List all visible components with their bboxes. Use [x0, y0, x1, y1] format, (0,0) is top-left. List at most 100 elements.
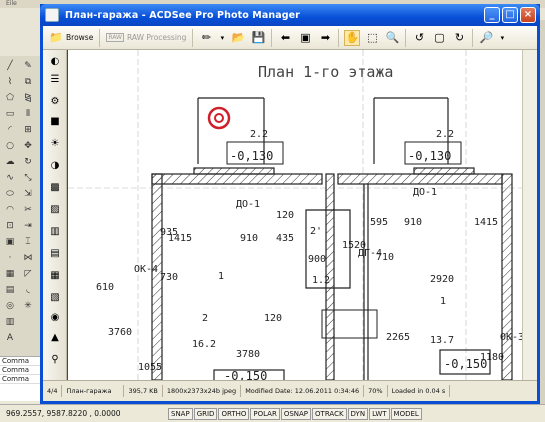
- open-folder-icon[interactable]: 📂: [230, 30, 246, 46]
- line-tool-icon[interactable]: ╱: [4, 60, 16, 72]
- grayscale-icon[interactable]: ▩: [48, 180, 62, 194]
- dyn-toggle[interactable]: DYN: [347, 407, 369, 420]
- offset-tool-icon[interactable]: ⫴: [22, 108, 34, 120]
- maximize-button[interactable]: □: [502, 7, 518, 23]
- ortho-toggle[interactable]: ORTHO: [218, 407, 250, 420]
- make-block-tool-icon[interactable]: ▣: [4, 236, 16, 248]
- close-button[interactable]: ×: [520, 7, 536, 23]
- zoom-menu-icon[interactable]: 🔎: [478, 30, 494, 46]
- actual-size-icon[interactable]: ▢: [431, 30, 447, 46]
- red-eye-icon[interactable]: ◉: [48, 310, 62, 324]
- auto-adjust-icon[interactable]: ⚙: [48, 94, 62, 108]
- ellipse-tool-icon[interactable]: ⬭: [4, 188, 16, 200]
- zoom-level: 70%: [364, 385, 388, 397]
- toolbar-separator: [405, 28, 407, 47]
- plan-label: 3780: [236, 349, 260, 360]
- osnap-toggle[interactable]: OSNAP: [280, 407, 312, 420]
- brightness-icon[interactable]: ☀: [48, 136, 62, 150]
- plan-label: 2: [202, 313, 208, 324]
- main-toolbar: 📁 Browse RAW RAW Processing ✏ ▾ 📂 💾 ⬅ ▣ …: [43, 26, 537, 50]
- select-tool-icon[interactable]: ⬚: [364, 30, 380, 46]
- previous-image-icon[interactable]: ⬅: [277, 30, 293, 46]
- break-tool-icon[interactable]: ⌶: [22, 236, 34, 248]
- exposure-icon[interactable]: ◐: [48, 54, 62, 68]
- hand-tool-icon[interactable]: ✋: [344, 29, 361, 46]
- triangle-icon[interactable]: ▲: [48, 330, 62, 344]
- scale-tool-icon[interactable]: ⤡: [22, 172, 34, 184]
- rectangle-tool-icon[interactable]: ▭: [4, 108, 16, 120]
- zoom-tool-icon[interactable]: 🔍: [384, 30, 400, 46]
- grid-toggle[interactable]: GRID: [193, 407, 218, 420]
- mirror-tool-icon[interactable]: ⧎: [22, 92, 34, 104]
- photo-icon[interactable]: ▨: [48, 202, 62, 216]
- color-icon[interactable]: ■: [48, 114, 62, 128]
- trim-tool-icon[interactable]: ✂: [22, 204, 34, 216]
- plan-title: План 1-го этажа: [258, 63, 393, 81]
- array-tool-icon[interactable]: ⊞: [22, 124, 34, 136]
- image-position: 4/4: [43, 385, 63, 397]
- model-toggle[interactable]: MODEL: [390, 407, 422, 420]
- browse-button[interactable]: 📁 Browse: [43, 28, 96, 48]
- pin-icon[interactable]: ⚲: [48, 352, 62, 366]
- save-icon[interactable]: 💾: [250, 30, 266, 46]
- revcloud-tool-icon[interactable]: ☁: [4, 156, 16, 168]
- extend-tool-icon[interactable]: ⇥: [22, 220, 34, 232]
- rotate-left-icon[interactable]: ↺: [411, 30, 427, 46]
- app-icon: [45, 8, 59, 22]
- explode-tool-icon[interactable]: ✳: [22, 300, 34, 312]
- polyline-tool-icon[interactable]: ⌇: [4, 76, 16, 88]
- polygon-tool-icon[interactable]: ⬠: [4, 92, 16, 104]
- lwt-toggle[interactable]: LWT: [369, 407, 390, 420]
- snap-toggle[interactable]: SNAP: [168, 407, 193, 420]
- rotate-right-icon[interactable]: ↻: [451, 30, 467, 46]
- gradient-tool-icon[interactable]: ▤: [4, 284, 16, 296]
- histogram-icon[interactable]: ▥: [48, 224, 62, 238]
- copy-tool-icon[interactable]: ⧉: [22, 76, 34, 88]
- zoom-dropdown-icon[interactable]: ▾: [498, 30, 506, 46]
- table-tool-icon[interactable]: ▥: [4, 316, 16, 328]
- join-tool-icon[interactable]: ⋈: [22, 252, 34, 264]
- slideshow-icon[interactable]: ▣: [297, 30, 313, 46]
- plan-label: 910: [240, 233, 258, 244]
- levels-icon[interactable]: ☰: [48, 72, 62, 86]
- insert-block-tool-icon[interactable]: ⊡: [4, 220, 16, 232]
- sharpen-icon[interactable]: ▤: [48, 246, 62, 260]
- crop-icon[interactable]: ▧: [48, 290, 62, 304]
- plan-label: 935: [160, 227, 178, 238]
- otrack-toggle[interactable]: OTRACK: [312, 407, 347, 420]
- arc-tool-icon[interactable]: ◜: [4, 124, 16, 136]
- plan-label: ДО-1: [413, 187, 437, 198]
- hatch-tool-icon[interactable]: ▦: [4, 268, 16, 280]
- plan-label: ДО-1: [236, 199, 260, 210]
- contrast-icon[interactable]: ◑: [48, 158, 62, 172]
- edit-image-icon[interactable]: ✏: [198, 30, 214, 46]
- circle-tool-icon[interactable]: ○: [4, 140, 16, 152]
- raw-processing-button[interactable]: RAW RAW Processing: [103, 28, 189, 48]
- region-tool-icon[interactable]: ◎: [4, 300, 16, 312]
- toolbar-separator: [99, 28, 101, 47]
- minimize-button[interactable]: _: [484, 7, 500, 23]
- erase-tool-icon[interactable]: ✎: [22, 60, 34, 72]
- mtext-tool-icon[interactable]: A: [4, 332, 16, 344]
- rotate-tool-icon[interactable]: ↻: [22, 156, 34, 168]
- noise-icon[interactable]: ▦: [48, 268, 62, 282]
- chamfer-tool-icon[interactable]: ◸: [22, 268, 34, 280]
- image-canvas[interactable]: План 1-го этажа 2.2 -0,130 2.2 -0,130 ДО…: [68, 50, 522, 380]
- command-line: Comma: [0, 357, 40, 366]
- plan-label: -0,130: [230, 149, 273, 163]
- ellipse-arc-tool-icon[interactable]: ◠: [4, 204, 16, 216]
- stretch-tool-icon[interactable]: ⇲: [22, 188, 34, 200]
- screen: Eile ╱ ✎ ⌇ ⧉ ⬠ ⧎ ▭ ⫴ ◜ ⊞ ○ ✥ ☁ ↻ ∿ ⤡ ⬭ ⇲…: [0, 0, 545, 422]
- background-menu-file[interactable]: Eile: [6, 0, 17, 7]
- move-tool-icon[interactable]: ✥: [22, 140, 34, 152]
- fillet-tool-icon[interactable]: ◟: [22, 284, 34, 296]
- vertical-scrollbar[interactable]: [522, 50, 537, 380]
- point-tool-icon[interactable]: ·: [4, 252, 16, 264]
- window-title-bar[interactable]: План-гаража - ACDSee Pro Photo Manager _…: [40, 4, 540, 26]
- next-image-icon[interactable]: ➡: [317, 30, 333, 46]
- dropdown-arrow-icon[interactable]: ▾: [218, 30, 226, 46]
- plan-label: 1415: [474, 217, 498, 228]
- polar-toggle[interactable]: POLAR: [250, 407, 280, 420]
- spline-tool-icon[interactable]: ∿: [4, 172, 16, 184]
- raw-processing-label: RAW Processing: [126, 33, 187, 42]
